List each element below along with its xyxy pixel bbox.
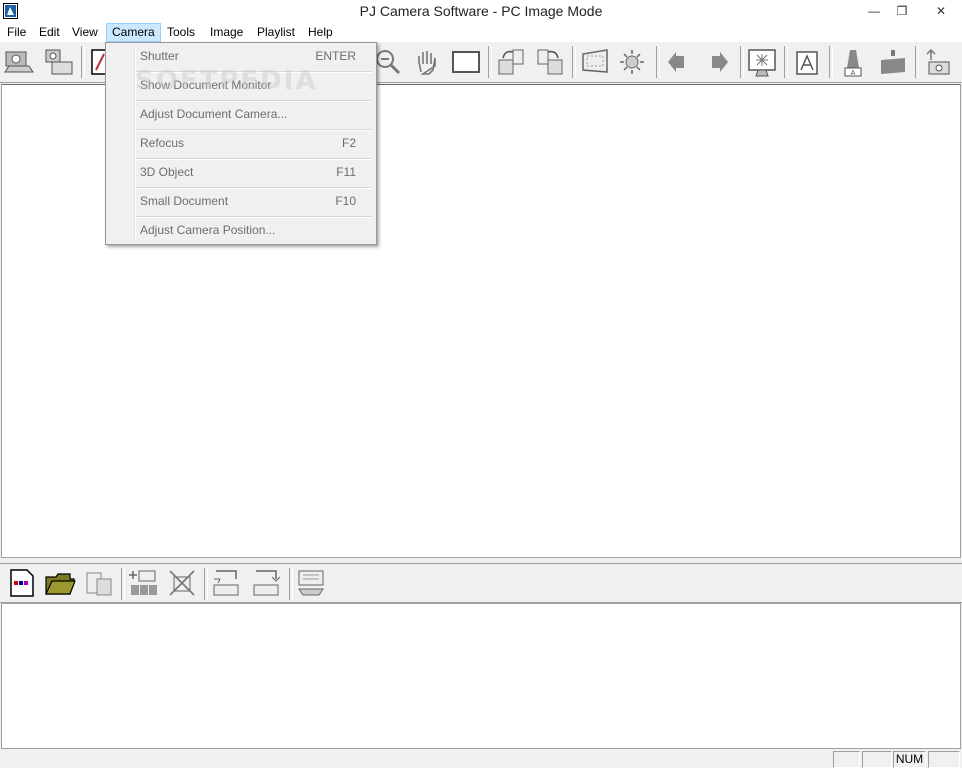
move-up-icon[interactable] xyxy=(210,567,242,599)
camera-mode-icon[interactable] xyxy=(3,46,35,78)
menu-item-shortcut: F2 xyxy=(341,136,356,150)
playlist-toolbar xyxy=(0,564,962,603)
menu-item-refocus[interactable]: Refocus F2 xyxy=(106,130,376,159)
status-cell-1 xyxy=(833,751,860,768)
menu-item-shortcut: F11 xyxy=(336,165,356,179)
playlist-area[interactable] xyxy=(1,603,961,749)
open-folder-icon[interactable] xyxy=(44,567,76,599)
menu-help[interactable]: Help xyxy=(303,24,338,41)
projector-icon[interactable] xyxy=(877,46,909,78)
rotate-right-icon[interactable] xyxy=(495,46,527,78)
menu-item-label: Refocus xyxy=(140,136,185,150)
menu-item-small-document[interactable]: Small Document F10 xyxy=(106,188,376,217)
toolbar-separator xyxy=(289,568,293,600)
svg-text:A: A xyxy=(851,70,856,77)
toolbar-separator xyxy=(656,46,660,78)
status-cell-2 xyxy=(862,751,892,768)
toolbar-separator xyxy=(81,46,85,78)
restore-icon: ❒ xyxy=(896,4,908,18)
menu-item-label: Small Document xyxy=(140,194,229,208)
keystone-icon[interactable] xyxy=(579,46,611,78)
fit-window-icon[interactable] xyxy=(450,46,482,78)
menu-bar: File Edit View Camera Tools Image Playli… xyxy=(0,23,962,42)
close-button[interactable]: ✕ xyxy=(921,0,961,22)
add-image-icon[interactable] xyxy=(127,567,159,599)
menu-view[interactable]: View xyxy=(67,24,103,41)
toolbar-separator xyxy=(784,46,788,78)
close-icon: ✕ xyxy=(935,4,947,18)
menu-playlist[interactable]: Playlist xyxy=(252,24,300,41)
title-bar: PJ Camera Software - PC Image Mode — ❒ ✕ xyxy=(0,0,962,23)
menu-item-label: Adjust Camera Position... xyxy=(140,223,276,237)
new-playlist-icon[interactable] xyxy=(5,567,37,599)
watermark: SOFTPEDIA xyxy=(135,66,318,96)
delete-image-icon[interactable] xyxy=(166,567,198,599)
status-bar: NUM xyxy=(0,749,962,768)
brightness-icon[interactable] xyxy=(618,46,650,78)
menu-camera[interactable]: Camera xyxy=(106,23,161,42)
menu-item-shortcut: F10 xyxy=(335,194,356,208)
projector-text-icon[interactable]: A xyxy=(837,46,869,78)
menu-file[interactable]: File xyxy=(2,24,31,41)
arrow-left-icon[interactable] xyxy=(662,46,694,78)
move-down-icon[interactable] xyxy=(250,567,282,599)
pc-mode-icon[interactable] xyxy=(42,46,74,78)
toolbar-separator xyxy=(204,568,208,600)
menu-image[interactable]: Image xyxy=(205,24,248,41)
restore-button[interactable]: ❒ xyxy=(886,0,918,22)
usb-camera-icon[interactable] xyxy=(921,46,953,78)
window-title: PJ Camera Software - PC Image Mode xyxy=(359,3,603,19)
menu-item-shortcut: ENTER xyxy=(315,49,356,63)
menu-item-3d-object[interactable]: 3D Object F11 xyxy=(106,159,376,188)
save-playlist-icon[interactable] xyxy=(83,567,115,599)
menu-item-adjust-camera-position[interactable]: Adjust Camera Position... xyxy=(106,217,376,246)
menu-item-label: 3D Object xyxy=(140,165,194,179)
menu-edit[interactable]: Edit xyxy=(34,24,65,41)
status-num: NUM xyxy=(893,751,926,768)
text-overlay-icon[interactable] xyxy=(791,46,823,78)
toolbar-separator xyxy=(572,46,576,78)
toolbar-separator xyxy=(829,46,833,78)
menu-tools[interactable]: Tools xyxy=(162,24,200,41)
rotate-left-icon[interactable] xyxy=(534,46,566,78)
toolbar-separator xyxy=(915,46,919,78)
toolbar-separator xyxy=(488,46,492,78)
slideshow-icon[interactable] xyxy=(295,567,327,599)
full-screen-icon[interactable] xyxy=(746,46,778,78)
minimize-icon: — xyxy=(868,4,880,18)
arrow-right-icon[interactable] xyxy=(702,46,734,78)
toolbar-separator xyxy=(740,46,744,78)
status-cell-4 xyxy=(928,751,960,768)
hand-pan-icon[interactable] xyxy=(411,46,443,78)
menu-item-label: Adjust Document Camera... xyxy=(140,107,288,121)
menu-item-adjust-document-camera[interactable]: Adjust Document Camera... xyxy=(106,101,376,130)
toolbar-separator xyxy=(121,568,125,600)
